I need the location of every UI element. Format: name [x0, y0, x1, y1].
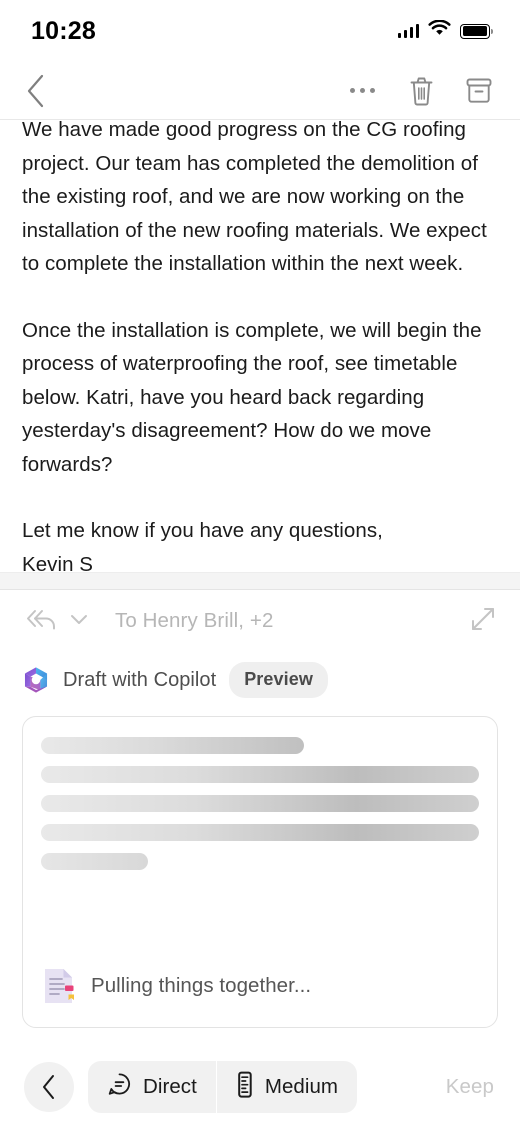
expand-compose-button[interactable]	[468, 604, 498, 639]
chevron-down-icon	[69, 612, 89, 631]
copilot-options-toolbar: Direct Medium Keep	[0, 1048, 520, 1126]
copilot-back-button[interactable]	[24, 1062, 74, 1112]
length-option-button[interactable]: Medium	[217, 1061, 357, 1113]
archive-icon[interactable]	[464, 76, 494, 106]
draft-status-text: Pulling things together...	[91, 974, 312, 997]
nav-left-group	[22, 72, 48, 110]
navigation-bar	[0, 62, 520, 120]
skeleton-line	[41, 853, 149, 870]
draft-status-row: Pulling things together...	[41, 967, 479, 1027]
section-divider	[0, 572, 520, 590]
email-body[interactable]: We have made good progress on the CG roo…	[0, 120, 520, 572]
tone-option-label: Direct	[143, 1075, 197, 1098]
tone-option-button[interactable]: Direct	[88, 1061, 216, 1113]
recipients-field[interactable]: To Henry Brill, +2	[115, 609, 273, 633]
skeleton-line	[41, 824, 479, 841]
copilot-logo-icon	[22, 666, 50, 694]
cellular-signal-icon	[397, 24, 419, 38]
reply-bar: To Henry Brill, +2	[0, 590, 520, 652]
expand-diagonal-icon	[468, 604, 498, 639]
email-paragraph: Once the installation is complete, we wi…	[22, 318, 482, 476]
length-option-label: Medium	[264, 1075, 339, 1098]
status-bar-time: 10:28	[31, 16, 96, 45]
copilot-header: Draft with Copilot Preview	[0, 652, 520, 708]
chat-tone-icon	[107, 1072, 132, 1103]
status-bar: 10:28	[0, 0, 520, 62]
skeleton-line	[41, 795, 479, 812]
email-compose-screen: 10:28 We have made good progress on the …	[0, 0, 520, 1126]
document-draft-icon	[41, 967, 77, 1005]
copilot-draft-card[interactable]: Pulling things together...	[22, 716, 498, 1028]
reply-all-icon	[24, 606, 58, 637]
trash-icon[interactable]	[407, 75, 436, 107]
back-button[interactable]	[22, 72, 48, 110]
skeleton-line	[41, 766, 479, 783]
reply-mode-selector[interactable]	[24, 606, 89, 637]
preview-badge[interactable]: Preview	[229, 662, 328, 698]
copilot-label: Draft with Copilot	[63, 668, 217, 691]
draft-options-segmented-control: Direct Medium	[88, 1061, 358, 1113]
more-horizontal-icon[interactable]	[346, 78, 379, 103]
keep-button[interactable]: Keep	[442, 1067, 498, 1107]
wifi-icon	[428, 19, 451, 42]
battery-full-icon	[460, 23, 494, 39]
status-bar-icons	[397, 19, 494, 42]
email-signature: Let me know if you have any questions, K…	[22, 519, 383, 572]
skeleton-line	[41, 737, 304, 754]
nav-right-group	[346, 75, 500, 107]
email-paragraph: We have made good progress on the CG roo…	[22, 120, 487, 275]
ruler-icon	[236, 1071, 254, 1104]
